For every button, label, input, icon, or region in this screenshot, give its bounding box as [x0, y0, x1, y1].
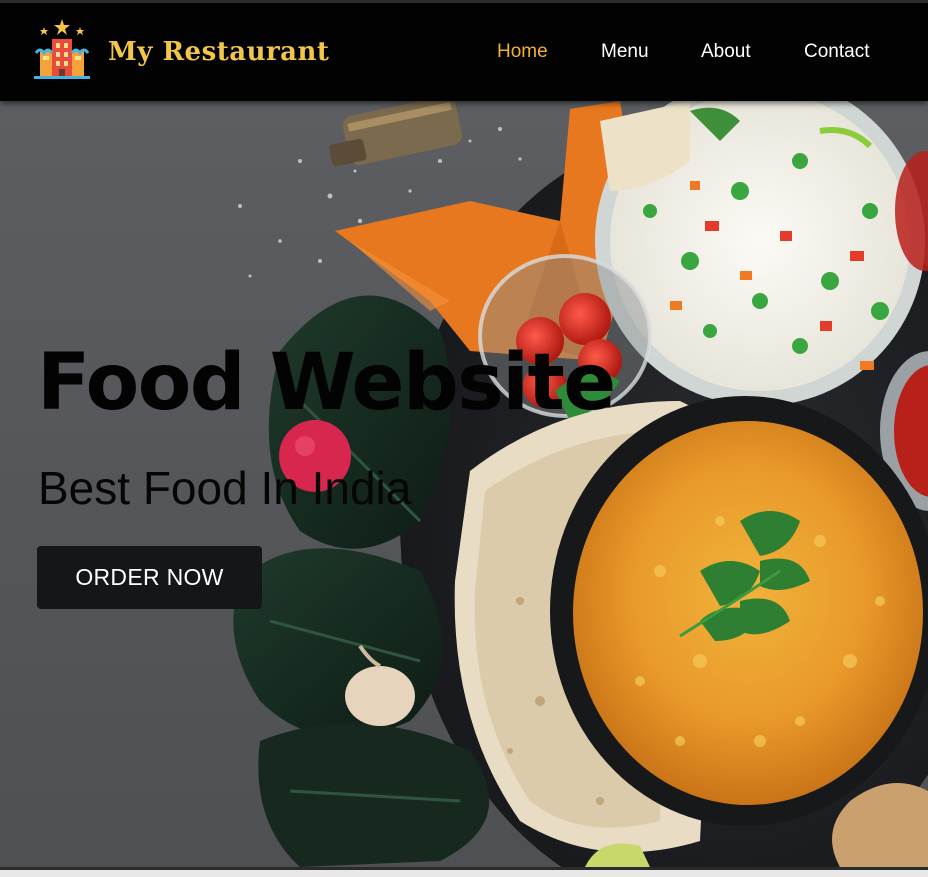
- page-bottom-edge: [0, 867, 928, 877]
- site-header: My Restaurant Home Menu About Contact: [0, 0, 928, 101]
- nav-home-link[interactable]: Home: [497, 41, 548, 63]
- hero-subtitle: Best Food In India: [38, 462, 412, 514]
- nav-about-link[interactable]: About: [701, 41, 751, 63]
- page: My Restaurant Home Menu About Contact Fo…: [0, 0, 928, 877]
- nav-menu-link[interactable]: Menu: [601, 41, 649, 63]
- nav-contact-link[interactable]: Contact: [804, 41, 869, 63]
- hero-section: Food Website Best Food In India ORDER NO…: [0, 101, 928, 867]
- main-nav: Home Menu About Contact: [0, 41, 928, 71]
- hero-title: Food Website: [37, 338, 616, 428]
- order-now-button[interactable]: ORDER NOW: [37, 546, 262, 609]
